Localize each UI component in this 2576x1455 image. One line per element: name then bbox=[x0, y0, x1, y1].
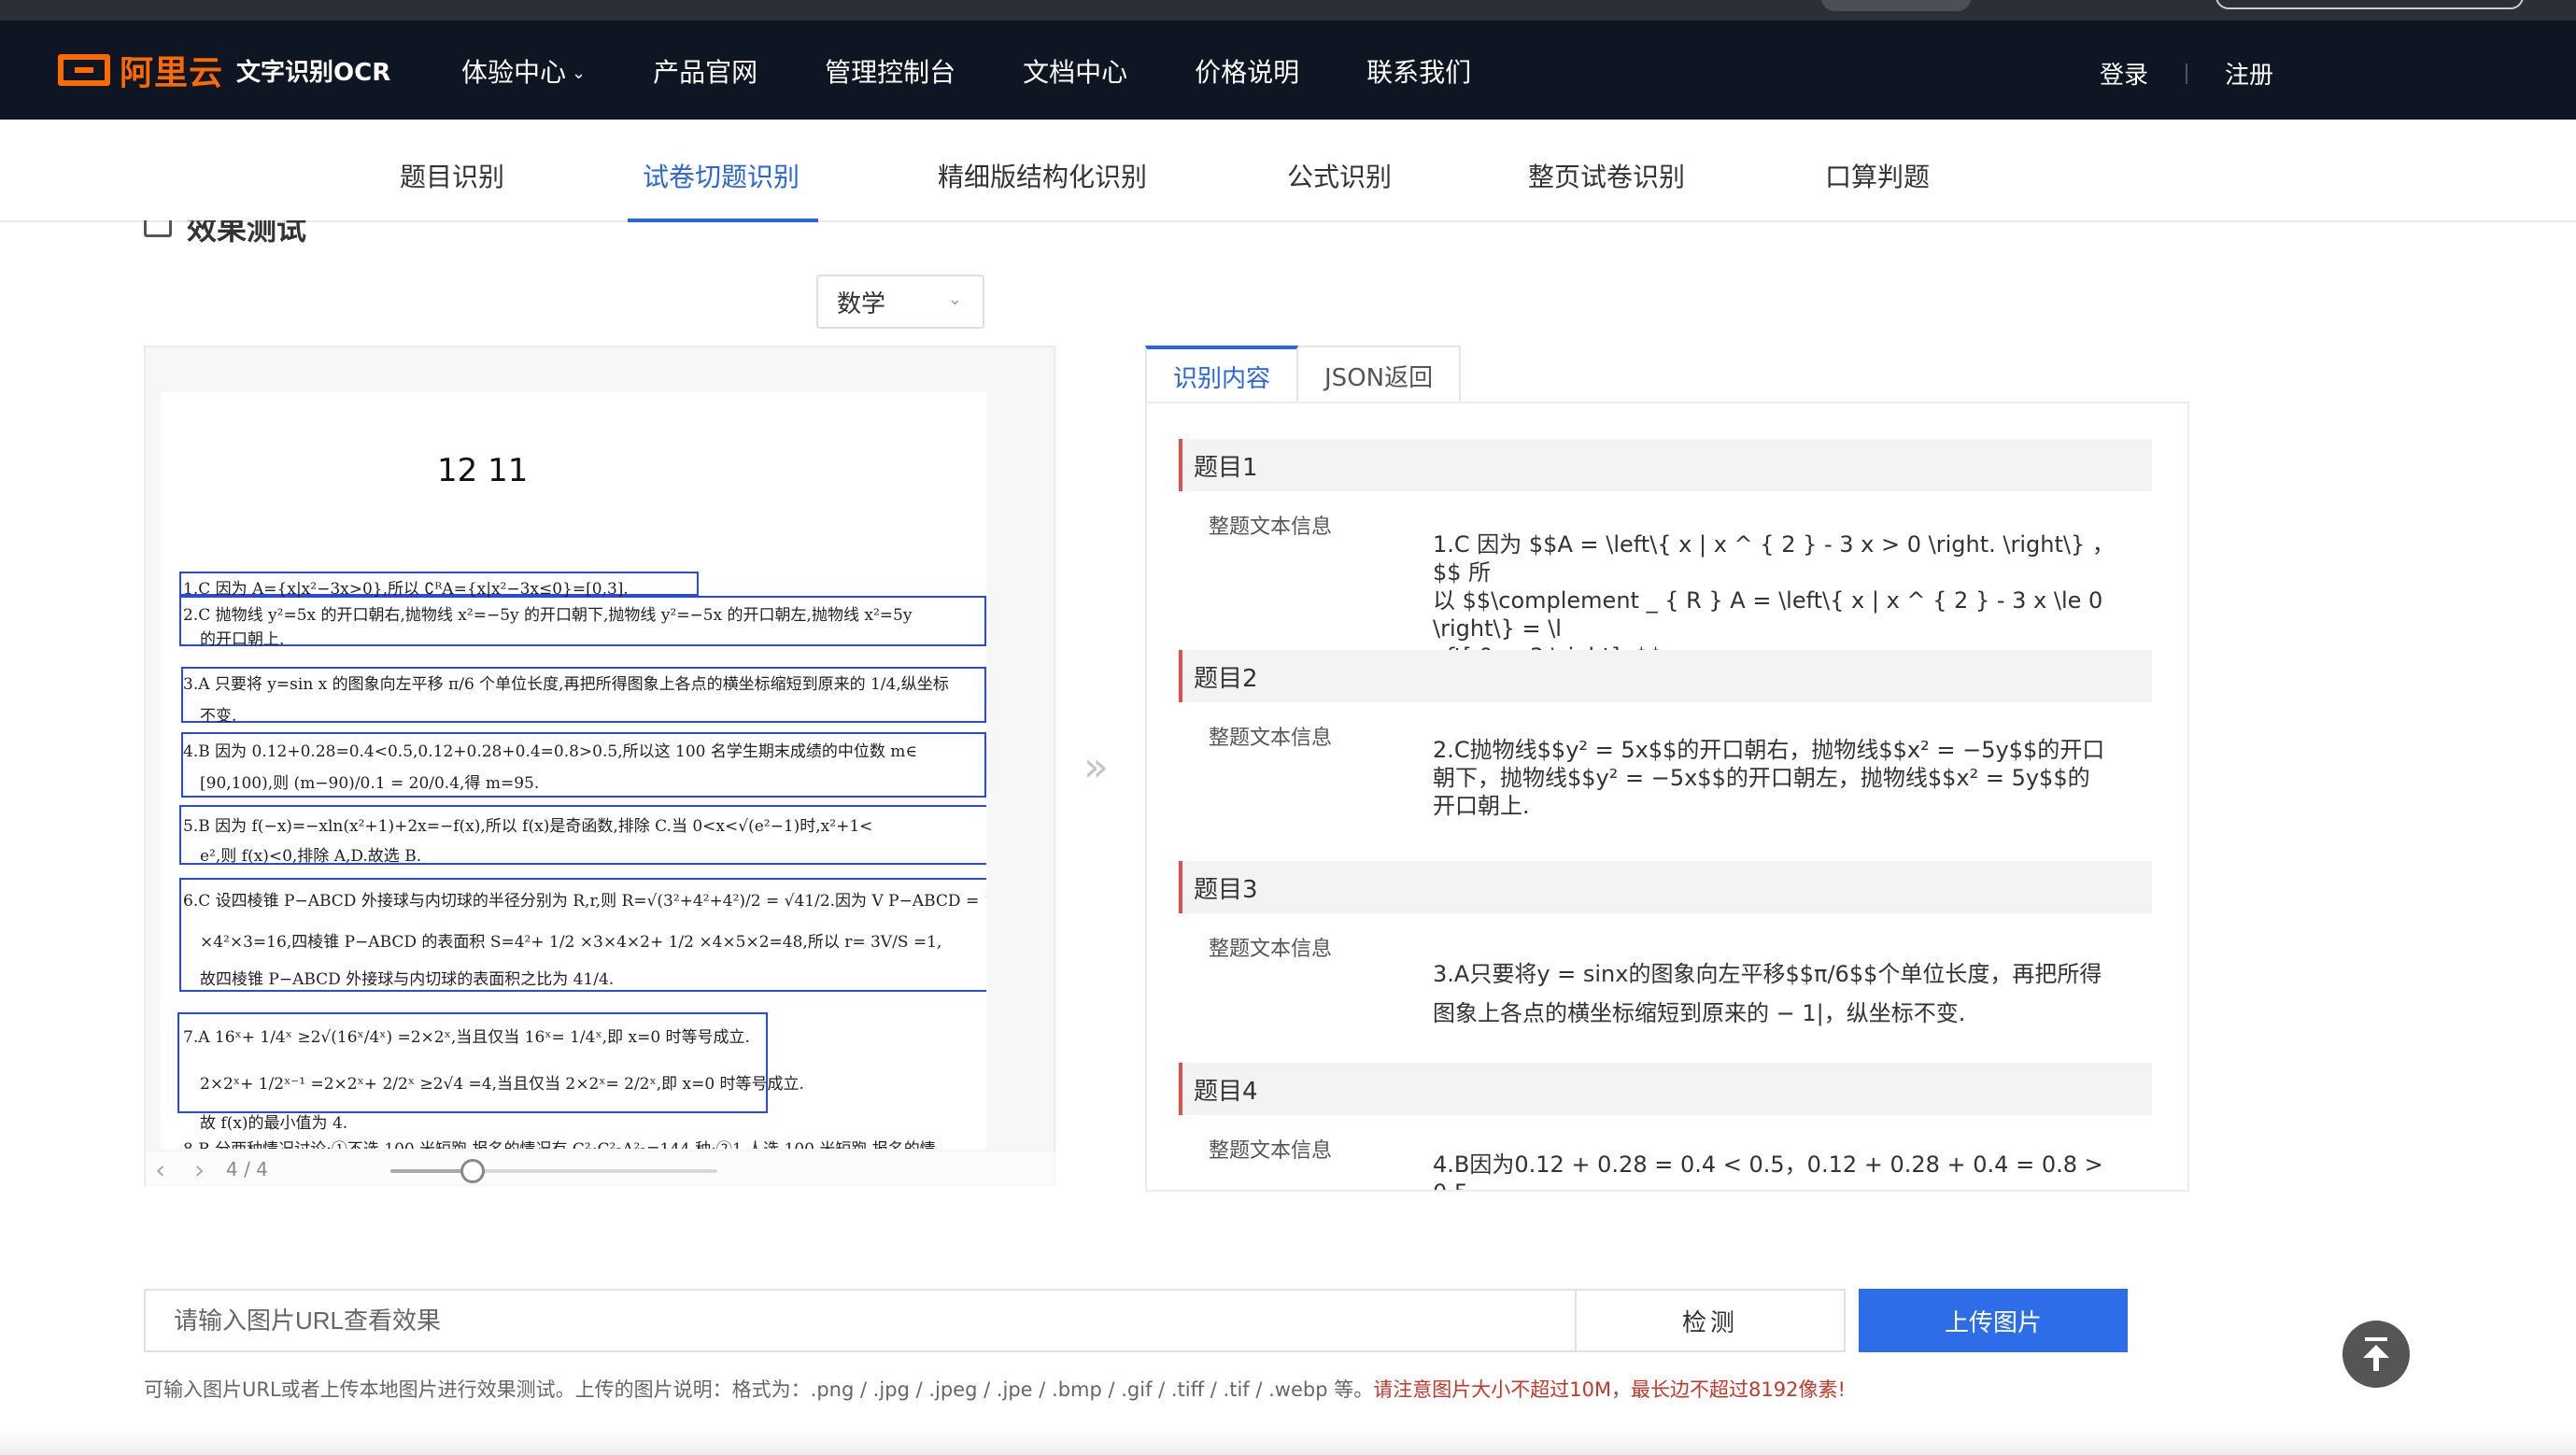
question-text: 2.C抛物线$$y² = 5x$$的开口朝右，抛物线$$x² = −5y$$的开… bbox=[1433, 737, 2105, 819]
nav-item-docs[interactable]: 文档中心 bbox=[1023, 52, 1127, 90]
question-text-label: 整题文本信息 bbox=[1209, 516, 1333, 539]
aliyun-logo[interactable]: 阿里云 文字识别OCR bbox=[58, 49, 390, 92]
upload-tips: 可输入图片URL或者上传本地图片进行效果测试。上传的图片说明：格式为：.png … bbox=[144, 1378, 1846, 1401]
page-bottom-shade bbox=[0, 1429, 2576, 1455]
answer-line: [90,100),则 (m−90)/0.1 = 20/0.4,得 m=95. bbox=[200, 774, 540, 793]
answer-line: 8.B 分两种情况讨论:①不选 100 米短跑,报名的情况有 C²₄C²₃A²₂… bbox=[183, 1136, 936, 1149]
nav-item-experience-center[interactable]: 体验中心 ⌄ bbox=[461, 52, 586, 90]
browser-address-pill bbox=[2215, 0, 2524, 9]
question-text-label: 整题文本信息 bbox=[1209, 727, 1333, 750]
question-text-label: 整题文本信息 bbox=[1209, 938, 1333, 961]
result-tabs: 识别内容 JSON返回 bbox=[1145, 346, 1462, 403]
tab-formula[interactable]: 公式识别 bbox=[1287, 157, 1392, 194]
active-tab-underline bbox=[628, 219, 818, 222]
image-url-input[interactable] bbox=[144, 1289, 1577, 1352]
prev-page-icon[interactable]: ‹ bbox=[155, 1154, 165, 1185]
nav-item-pricing[interactable]: 价格说明 bbox=[1195, 52, 1299, 90]
nav-item-product-site[interactable]: 产品官网 bbox=[653, 52, 757, 90]
main-nav: 体验中心 ⌄ 产品官网 管理控制台 文档中心 价格说明 联系我们 bbox=[461, 52, 1538, 90]
register-link[interactable]: 注册 bbox=[2225, 56, 2273, 91]
back-to-top-icon bbox=[2365, 1337, 2387, 1341]
detect-button[interactable]: 检测 bbox=[1575, 1289, 1846, 1352]
auth-divider bbox=[2185, 63, 2187, 84]
size-warning: 请注意图片大小不超过10M，最长边不超过8192像素! bbox=[1373, 1378, 1846, 1401]
preview-pager: ‹ › 4 / 4 bbox=[146, 1152, 1057, 1186]
product-name: 文字识别OCR bbox=[236, 58, 391, 87]
answer-line: 7.A 16ˣ+ 1/4ˣ ≥2√(16ˣ/4ˣ) =2×2ˣ,当且仅当 16ˣ… bbox=[183, 1028, 750, 1047]
browser-top-strip bbox=[0, 0, 2576, 21]
upload-image-button[interactable]: 上传图片 bbox=[1859, 1289, 2128, 1352]
double-chevron-right-icon: » bbox=[1083, 743, 1109, 791]
next-page-icon[interactable]: › bbox=[194, 1154, 205, 1185]
tab-full-page-paper[interactable]: 整页试卷识别 bbox=[1528, 157, 1685, 194]
top-header: 阿里云 文字识别OCR 体验中心 ⌄ 产品官网 管理控制台 文档中心 价格说明 … bbox=[0, 21, 2576, 120]
chevron-down-icon: ⌄ bbox=[947, 290, 962, 309]
chevron-down-icon: ⌄ bbox=[572, 63, 587, 83]
answer-line: 2×2ˣ+ 1/2ˣ⁻¹ =2×2ˣ+ 2/2ˣ ≥2√4 =4,当且仅当 2×… bbox=[200, 1075, 804, 1094]
tab-fine-structured[interactable]: 精细版结构化识别 bbox=[938, 157, 1147, 194]
browser-tab-pill bbox=[1821, 0, 1971, 11]
answer-line: e²,则 f(x)<0,排除 A,D.故选 B. bbox=[200, 847, 422, 866]
paper-page-title: 12 11 bbox=[437, 452, 529, 489]
answer-line: 故四棱锥 P−ABCD 外接球与内切球的表面积之比为 41/4. bbox=[200, 970, 615, 989]
zoom-slider-handle[interactable] bbox=[460, 1159, 485, 1183]
login-link[interactable]: 登录 bbox=[2100, 56, 2148, 91]
answer-line: 2.C 抛物线 y²=5x 的开口朝右,抛物线 x²=−5y 的开口朝下,抛物线… bbox=[183, 606, 913, 625]
tab-recognized-content[interactable]: 识别内容 bbox=[1145, 346, 1299, 403]
zoom-slider[interactable] bbox=[390, 1159, 717, 1183]
answer-line: 的开口朝上. bbox=[200, 630, 285, 649]
tab-mental-arithmetic[interactable]: 口算判题 bbox=[1825, 157, 1930, 194]
subject-select-value: 数学 bbox=[837, 290, 886, 318]
nav-item-console[interactable]: 管理控制台 bbox=[825, 52, 955, 90]
aliyun-logo-icon bbox=[58, 54, 110, 86]
question-header: 题目2 bbox=[1179, 650, 2152, 702]
tab-question-recognition[interactable]: 题目识别 bbox=[400, 157, 504, 194]
back-to-top-button[interactable] bbox=[2342, 1321, 2410, 1388]
question-header: 题目1 bbox=[1179, 439, 2152, 491]
question-text-label: 整题文本信息 bbox=[1209, 1139, 1333, 1163]
result-panel[interactable]: 题目1 整题文本信息 1.C 因为 $$A = \left\{ x | x ^ … bbox=[1145, 402, 2189, 1192]
answer-line: 4.B 因为 0.12+0.28=0.4<0.5,0.12+0.28+0.4=0… bbox=[183, 742, 917, 761]
question-header: 题目3 bbox=[1179, 861, 2152, 913]
question-header: 题目4 bbox=[1179, 1063, 2152, 1115]
tab-paper-cut-recognition[interactable]: 试卷切题识别 bbox=[643, 157, 800, 194]
question-text: 4.B因为0.12 + 0.28 = 0.4 < 0.5，0.12 + 0.28… bbox=[1433, 1151, 2103, 1190]
answer-line: 3.A 只要将 y=sin x 的图象向左平移 π/6 个单位长度,再把所得图象… bbox=[183, 675, 949, 694]
logo-text: 阿里云 bbox=[120, 54, 224, 92]
tab-json-response[interactable]: JSON返回 bbox=[1298, 346, 1462, 403]
subject-select[interactable]: 数学 ⌄ bbox=[816, 275, 984, 329]
auth-links: 登录 注册 bbox=[2100, 56, 2273, 91]
answer-line: 故 f(x)的最小值为 4. bbox=[200, 1114, 348, 1133]
exam-paper-image: 12 11 1.C 因为 A={x|x²−3x>0},所以 ∁ᴿA={x|x²−… bbox=[161, 392, 986, 1149]
answer-line: 1.C 因为 A={x|x²−3x>0},所以 ∁ᴿA={x|x²−3x≤0}=… bbox=[183, 580, 629, 599]
nav-item-contact[interactable]: 联系我们 bbox=[1366, 52, 1471, 90]
answer-line: 6.C 设四棱锥 P−ABCD 外接球与内切球的半径分别为 R,r,则 R=√(… bbox=[183, 892, 986, 911]
answer-line: ×4²×3=16,四棱锥 P−ABCD 的表面积 S=4²+ 1/2 ×3×4×… bbox=[200, 933, 942, 952]
answer-line: 5.B 因为 f(−x)=−xln(x²+1)+2x=−f(x),所以 f(x)… bbox=[183, 817, 873, 836]
page-counter: 4 / 4 bbox=[226, 1158, 268, 1180]
feature-tabs: 题目识别 试卷切题识别 精细版结构化识别 公式识别 整页试卷识别 口算判题 bbox=[0, 120, 2576, 222]
question-text: 3.A只要将y = sinx的图象向左平移$$π/6$$个单位长度，再把所得 图… bbox=[1433, 961, 2102, 1026]
answer-line: 不变. bbox=[200, 707, 237, 726]
image-preview[interactable]: 12 11 1.C 因为 A={x|x²−3x>0},所以 ∁ᴿA={x|x²−… bbox=[144, 346, 1057, 1186]
